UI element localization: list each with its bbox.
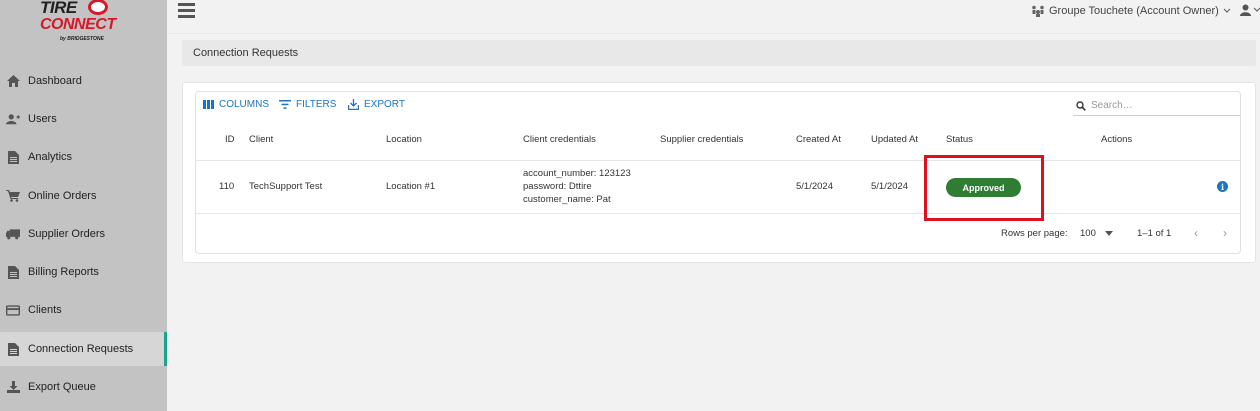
breadcrumb: Connection Requests bbox=[182, 40, 1256, 66]
tire-icon bbox=[88, 0, 108, 15]
download-icon bbox=[6, 380, 20, 394]
cell-client: TechSupport Test bbox=[249, 181, 323, 192]
filters-label: FILTERS bbox=[296, 99, 337, 110]
filters-button[interactable]: FILTERS bbox=[279, 99, 336, 110]
sidebar-item-connection-requests[interactable]: Connection Requests bbox=[0, 332, 167, 366]
organization-icon bbox=[1032, 5, 1044, 17]
sidebar-item-export-queue[interactable]: Export Queue bbox=[0, 370, 167, 404]
cell-credential-password: password: Dttire bbox=[523, 181, 592, 192]
header-divider bbox=[196, 160, 1240, 161]
sidebar-item-label: Dashboard bbox=[28, 75, 82, 87]
search-field[interactable] bbox=[1073, 96, 1240, 116]
sidebar-item-supplier-orders[interactable]: Supplier Orders bbox=[0, 217, 167, 251]
user-plus-icon bbox=[6, 112, 20, 126]
hamburger-menu-icon[interactable] bbox=[178, 3, 195, 18]
pagination-range: 1–1 of 1 bbox=[1137, 228, 1172, 239]
account-name: Groupe Touchete (Account Owner) bbox=[1049, 5, 1219, 17]
sidebar-item-billing-reports[interactable]: Billing Reports bbox=[0, 255, 167, 289]
column-header-created-at[interactable]: Created At bbox=[796, 134, 841, 145]
columns-button[interactable]: COLUMNS bbox=[203, 99, 269, 110]
filter-icon bbox=[279, 100, 291, 109]
column-header-location[interactable]: Location bbox=[386, 134, 422, 145]
user-icon bbox=[1240, 4, 1251, 16]
rows-per-page-label: Rows per page: bbox=[1001, 228, 1068, 239]
info-icon[interactable]: i bbox=[1217, 181, 1228, 192]
cell-credential-customer-name: customer_name: Pat bbox=[523, 194, 611, 205]
cart-icon bbox=[6, 189, 20, 203]
row-divider bbox=[196, 213, 1240, 214]
sidebar-item-online-orders[interactable]: Online Orders bbox=[0, 179, 167, 213]
sidebar-item-label: Connection Requests bbox=[28, 343, 134, 355]
column-header-client[interactable]: Client bbox=[249, 134, 273, 145]
sidebar-item-label: Billing Reports bbox=[28, 266, 99, 278]
cell-created-at: 5/1/2024 bbox=[796, 181, 833, 192]
column-header-status[interactable]: Status bbox=[946, 134, 973, 145]
sidebar: TIRE CONNECT by BRIDGESTONE Dashboard Us… bbox=[0, 0, 167, 411]
page-title: Connection Requests bbox=[193, 47, 299, 59]
credit-card-icon bbox=[6, 303, 20, 317]
column-header-client-credentials[interactable]: Client credentials bbox=[523, 134, 596, 145]
column-header-actions: Actions bbox=[1101, 134, 1133, 145]
cell-location: Location #1 bbox=[386, 181, 436, 192]
sidebar-item-label: Supplier Orders bbox=[28, 228, 106, 240]
column-header-id[interactable]: ID bbox=[225, 134, 235, 145]
truck-icon bbox=[6, 227, 20, 241]
columns-icon bbox=[203, 100, 214, 109]
topbar: Groupe Touchete (Account Owner) bbox=[167, 0, 1260, 34]
document-icon bbox=[6, 342, 20, 356]
download-icon bbox=[348, 99, 359, 110]
export-button[interactable]: EXPORT bbox=[348, 99, 405, 110]
search-input[interactable] bbox=[1091, 100, 1231, 111]
rows-per-page-select[interactable]: 100 bbox=[1080, 228, 1113, 239]
column-header-updated-at[interactable]: Updated At bbox=[871, 134, 918, 145]
chevron-down-icon bbox=[1223, 8, 1231, 13]
caret-down-icon bbox=[1104, 231, 1113, 236]
rows-per-page-value: 100 bbox=[1080, 228, 1096, 239]
tire-connect-logo[interactable]: TIRE CONNECT by BRIDGESTONE bbox=[36, 0, 126, 46]
document-icon bbox=[6, 150, 20, 164]
document-icon bbox=[6, 265, 20, 279]
export-label: EXPORT bbox=[364, 99, 405, 110]
sidebar-item-label: Online Orders bbox=[28, 190, 97, 202]
previous-page-icon[interactable]: ‹ bbox=[1194, 226, 1198, 240]
sidebar-item-label: Users bbox=[28, 113, 57, 125]
highlight-box bbox=[924, 155, 1044, 221]
sidebar-item-label: Clients bbox=[28, 304, 62, 316]
columns-label: COLUMNS bbox=[219, 99, 270, 110]
home-icon bbox=[6, 74, 20, 88]
user-menu[interactable] bbox=[1240, 4, 1260, 16]
cell-updated-at: 5/1/2024 bbox=[871, 181, 908, 192]
account-switcher[interactable]: Groupe Touchete (Account Owner) bbox=[1031, 5, 1231, 17]
cell-credential-account-number: account_number: 123123 bbox=[523, 168, 631, 179]
sidebar-item-dashboard[interactable]: Dashboard bbox=[0, 64, 167, 98]
sidebar-item-users[interactable]: Users bbox=[0, 102, 167, 136]
sidebar-item-label: Analytics bbox=[28, 151, 73, 163]
logo-line-3: by BRIDGESTONE bbox=[60, 36, 104, 42]
logo-line-2: CONNECT bbox=[40, 16, 116, 33]
sidebar-item-label: Export Queue bbox=[28, 381, 96, 393]
next-page-icon[interactable]: › bbox=[1223, 226, 1227, 240]
sidebar-item-analytics[interactable]: Analytics bbox=[0, 140, 167, 174]
chevron-down-icon bbox=[1253, 7, 1260, 12]
cell-id: 110 bbox=[219, 181, 235, 192]
column-header-supplier-credentials[interactable]: Supplier credentials bbox=[660, 134, 743, 145]
sidebar-item-clients[interactable]: Clients bbox=[0, 293, 167, 327]
search-icon bbox=[1076, 100, 1086, 111]
